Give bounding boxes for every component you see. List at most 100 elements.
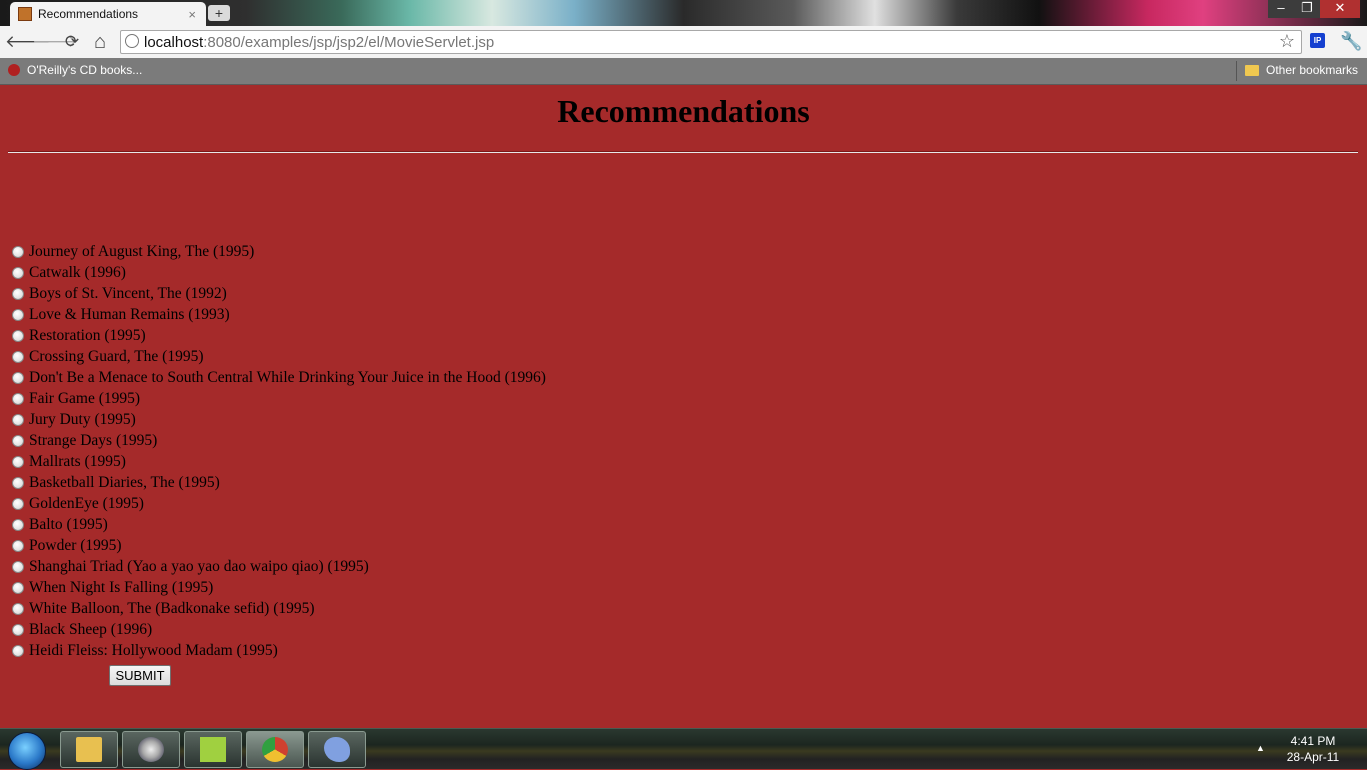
movie-option[interactable]: Shanghai Triad (Yao a yao yao dao waipo …: [12, 556, 546, 577]
forward-icon[interactable]: 🡒: [32, 31, 78, 53]
oreilly-favicon-icon: [8, 64, 20, 76]
movie-option[interactable]: Balto (1995): [12, 514, 546, 535]
movie-option[interactable]: Black Sheep (1996): [12, 619, 546, 640]
bookmark-other-bookmarks[interactable]: Other bookmarks: [1245, 63, 1358, 77]
restore-button[interactable]: ❐: [1294, 0, 1320, 18]
movie-option[interactable]: Restoration (1995): [12, 325, 546, 346]
movie-radio[interactable]: [12, 644, 24, 657]
tab-favicon-icon: [18, 7, 32, 21]
chrome-icon: [262, 737, 288, 762]
movie-radio[interactable]: [12, 518, 24, 531]
page-content: Recommendations Journey of August King, …: [0, 85, 1367, 728]
movie-radio[interactable]: [12, 392, 24, 405]
movie-title: Black Sheep (1996): [29, 620, 153, 638]
movie-title: Mallrats (1995): [29, 452, 126, 470]
movie-option[interactable]: Jury Duty (1995): [12, 409, 546, 430]
movie-radio[interactable]: [12, 560, 24, 573]
movie-radio[interactable]: [12, 413, 24, 426]
movie-option[interactable]: Heidi Fleiss: Hollywood Madam (1995): [12, 640, 546, 661]
movie-radio[interactable]: [12, 245, 24, 258]
movie-title: Restoration (1995): [29, 326, 146, 344]
movie-radio[interactable]: [12, 434, 24, 447]
horizontal-rule: [8, 151, 1358, 153]
browser-tab[interactable]: Recommendations ×: [10, 2, 206, 26]
movie-title: Shanghai Triad (Yao a yao yao dao waipo …: [29, 557, 369, 575]
bookmark-oreilly[interactable]: O'Reilly's CD books...: [8, 63, 142, 77]
movie-radio[interactable]: [12, 350, 24, 363]
new-tab-button[interactable]: +: [208, 5, 230, 21]
folder-icon: [76, 737, 102, 762]
taskbar-chrome-button[interactable]: [246, 731, 304, 768]
bookmarks-bar: O'Reilly's CD books... Other bookmarks: [0, 58, 1367, 85]
submit-button[interactable]: SUBMIT: [109, 665, 171, 686]
movie-title: Fair Game (1995): [29, 389, 141, 407]
taskbar-paint-button[interactable]: [308, 731, 366, 768]
bookmark-star-icon[interactable]: ☆: [1279, 31, 1295, 52]
movie-title: Heidi Fleiss: Hollywood Madam (1995): [29, 641, 278, 659]
home-icon[interactable]: ⌂: [89, 31, 111, 53]
movie-option[interactable]: Catwalk (1996): [12, 262, 546, 283]
movie-option[interactable]: Basketball Diaries, The (1995): [12, 472, 546, 493]
tray-expand-icon[interactable]: ▲: [1256, 743, 1265, 753]
movie-radio[interactable]: [12, 539, 24, 552]
clock-date: 28-Apr-11: [1286, 750, 1340, 764]
movie-option[interactable]: GoldenEye (1995): [12, 493, 546, 514]
browser-toolbar: 🡐 🡒 ⟳ ⌂ localhost:8080/examples/jsp/jsp2…: [0, 26, 1367, 58]
movie-option[interactable]: Strange Days (1995): [12, 430, 546, 451]
bookmarks-separator: [1236, 61, 1237, 81]
movie-list: Journey of August King, The (1995) Catwal…: [12, 241, 546, 661]
movie-option[interactable]: Crossing Guard, The (1995): [12, 346, 546, 367]
taskbar-explorer-button[interactable]: [60, 731, 118, 768]
movie-radio[interactable]: [12, 497, 24, 510]
movie-option[interactable]: Mallrats (1995): [12, 451, 546, 472]
movie-title: White Balloon, The (Badkonake sefid) (19…: [29, 599, 315, 617]
movie-radio[interactable]: [12, 581, 24, 594]
movie-option[interactable]: White Balloon, The (Badkonake sefid) (19…: [12, 598, 546, 619]
movie-radio[interactable]: [12, 287, 24, 300]
movie-title: Powder (1995): [29, 536, 122, 554]
movie-radio[interactable]: [12, 266, 24, 279]
movie-radio[interactable]: [12, 476, 24, 489]
movie-title: Balto (1995): [29, 515, 108, 533]
movie-title: Crossing Guard, The (1995): [29, 347, 204, 365]
url-host: localhost: [144, 34, 204, 51]
movie-title: Catwalk (1996): [29, 263, 126, 281]
page-title: Recommendations: [557, 93, 810, 129]
movie-option[interactable]: When Night Is Falling (1995): [12, 577, 546, 598]
ip-extension-icon[interactable]: IP: [1310, 33, 1325, 48]
movie-radio[interactable]: [12, 455, 24, 468]
clock[interactable]: 4:41 PM 28-Apr-11: [1278, 733, 1348, 765]
movie-title: Strange Days (1995): [29, 431, 158, 449]
movie-title: GoldenEye (1995): [29, 494, 144, 512]
address-bar[interactable]: localhost:8080/examples/jsp/jsp2/el/Movi…: [120, 30, 1302, 54]
reload-icon[interactable]: ⟳: [61, 31, 83, 53]
movie-radio[interactable]: [12, 602, 24, 615]
close-window-button[interactable]: ✕: [1320, 0, 1360, 18]
movie-radio[interactable]: [12, 371, 24, 384]
globe-icon: [125, 34, 139, 48]
movie-option[interactable]: Powder (1995): [12, 535, 546, 556]
wrench-menu-icon[interactable]: 🔧: [1340, 31, 1362, 52]
movie-option[interactable]: Journey of August King, The (1995): [12, 241, 546, 262]
back-icon[interactable]: 🡐: [5, 31, 51, 53]
movie-option[interactable]: Love & Human Remains (1993): [12, 304, 546, 325]
url-text: localhost:8080/examples/jsp/jsp2/el/Movi…: [144, 34, 494, 51]
taskbar-settings-button[interactable]: [122, 731, 180, 768]
paint-icon: [324, 737, 350, 762]
movie-title: Boys of St. Vincent, The (1992): [29, 284, 227, 302]
movie-title: Basketball Diaries, The (1995): [29, 473, 220, 491]
movie-option[interactable]: Boys of St. Vincent, The (1992): [12, 283, 546, 304]
movie-title: Jury Duty (1995): [29, 410, 136, 428]
movie-radio[interactable]: [12, 308, 24, 321]
tab-title: Recommendations: [38, 7, 139, 21]
movie-radio[interactable]: [12, 329, 24, 342]
browser-title-strip: Recommendations × + – ❐ ✕: [0, 0, 1367, 26]
tab-close-icon[interactable]: ×: [188, 7, 196, 22]
minimize-button[interactable]: –: [1268, 0, 1294, 18]
movie-option[interactable]: Fair Game (1995): [12, 388, 546, 409]
folder-icon: [1245, 64, 1259, 76]
taskbar-notepad-button[interactable]: [184, 731, 242, 768]
start-button[interactable]: [8, 732, 46, 770]
movie-option[interactable]: Don't Be a Menace to South Central While…: [12, 367, 546, 388]
movie-radio[interactable]: [12, 623, 24, 636]
